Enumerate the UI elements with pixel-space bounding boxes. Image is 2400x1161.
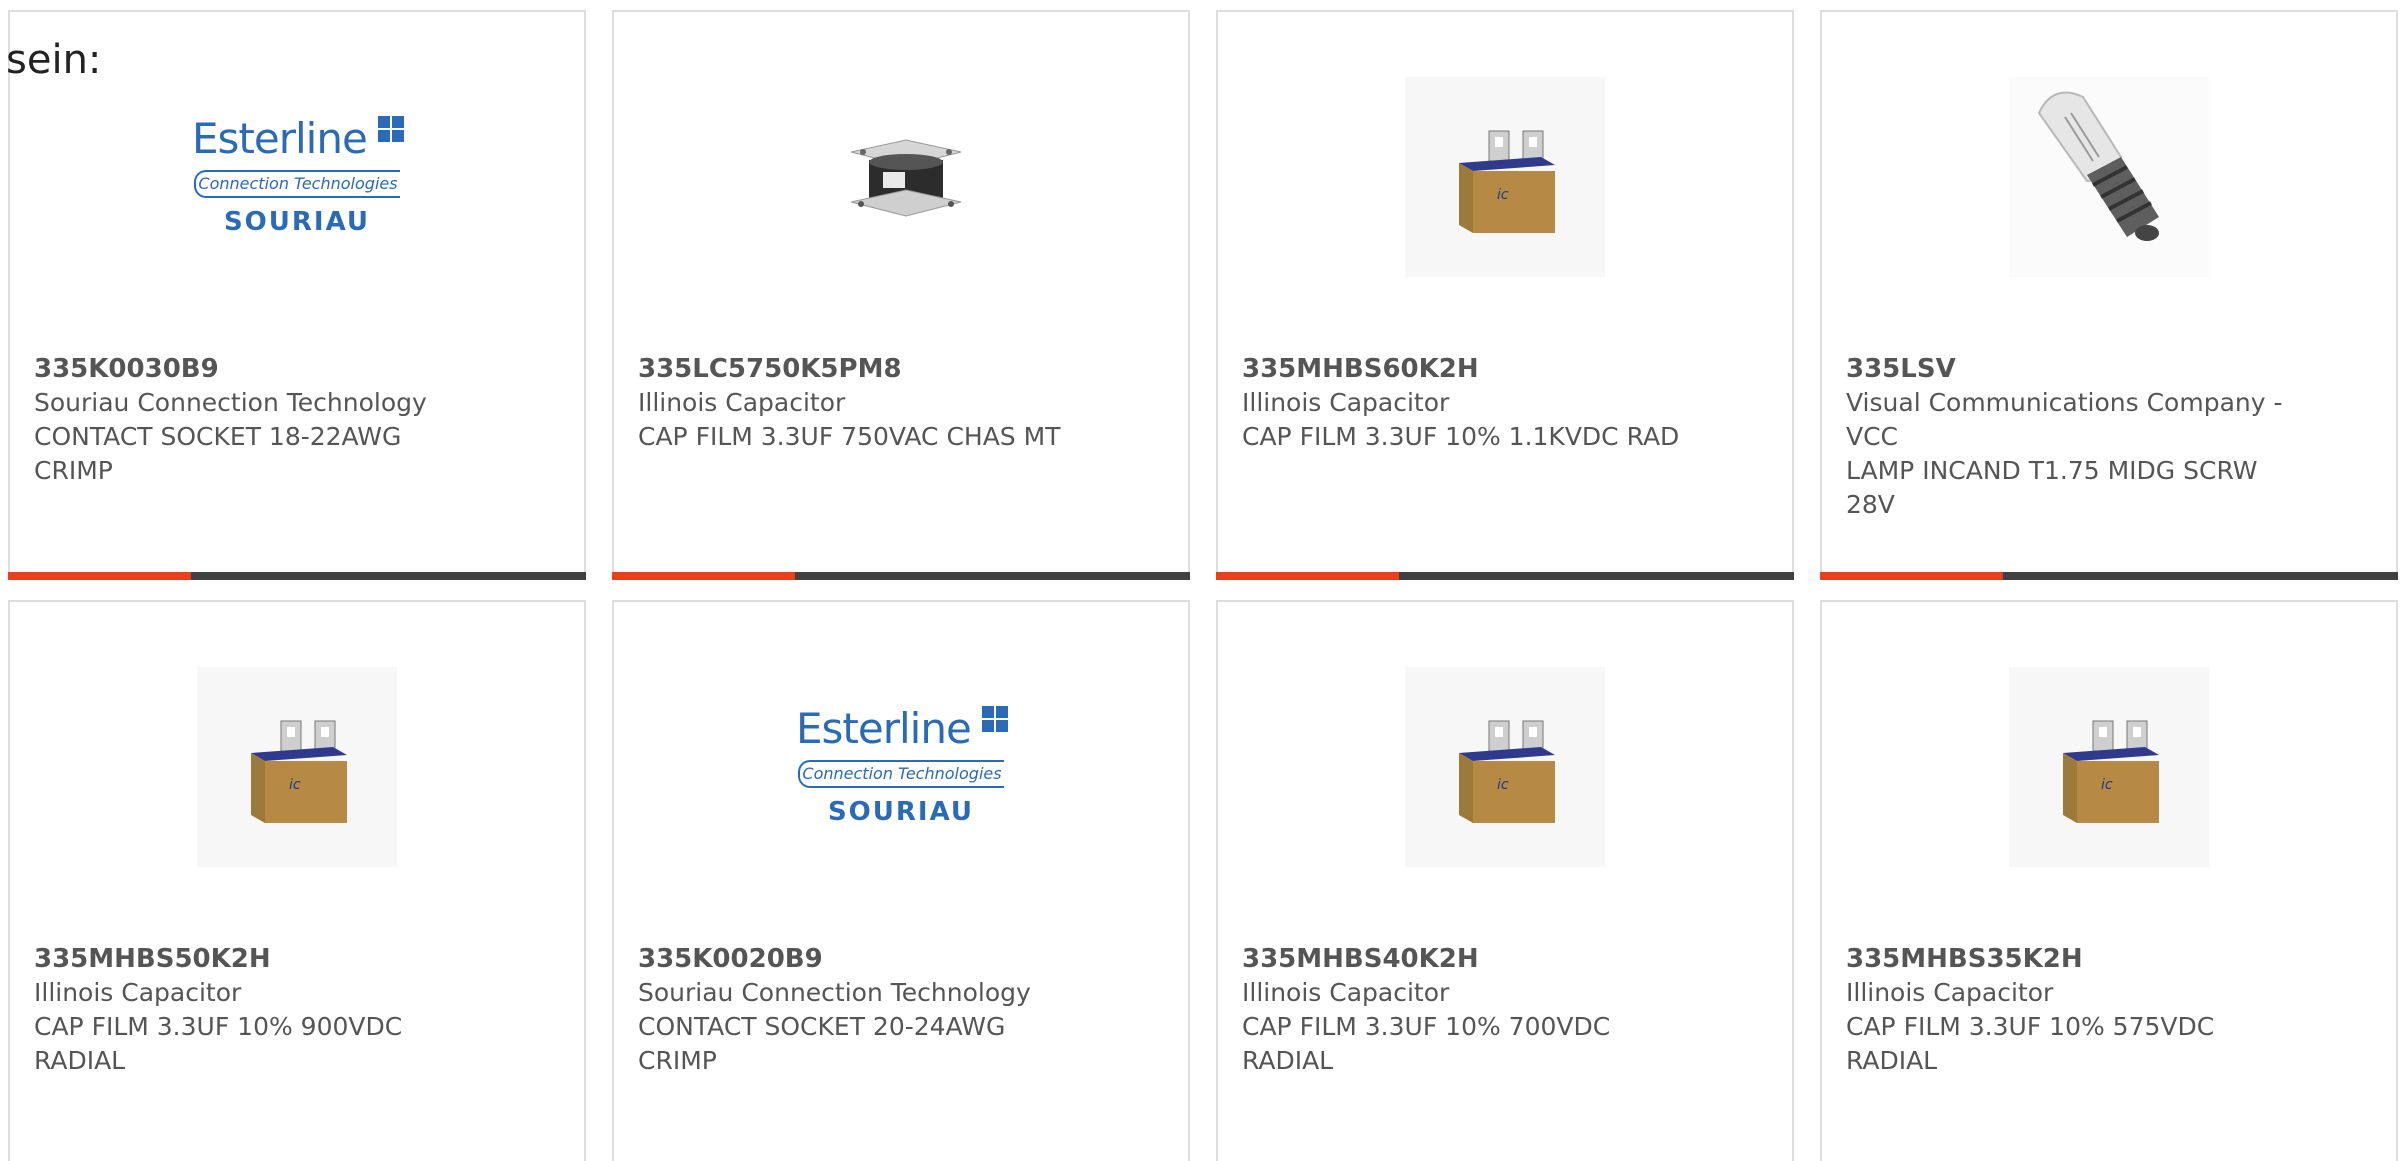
bar-accent [1216, 572, 1399, 580]
svg-text:ic: ic [1497, 187, 1509, 203]
manufacturer-name: Illinois Capacitor [34, 978, 242, 1007]
manufacturer-name: Illinois Capacitor [638, 388, 846, 417]
manufacturer-name: Illinois Capacitor [1242, 388, 1450, 417]
part-number-link[interactable]: 335K0020B9 [638, 944, 823, 974]
product-image[interactable] [614, 72, 1188, 282]
logo-name: Esterline [192, 114, 368, 163]
product-card[interactable]: ic 335MHBS40K2H Illinois Capacitor CAP F… [1216, 600, 1794, 1161]
bar-accent [8, 572, 191, 580]
product-card[interactable]: 335LSV Visual Communications Company - V… [1820, 10, 2398, 580]
logo-sub: Connection Technologies [194, 170, 400, 198]
box-film-capacitor-image: ic [2009, 667, 2209, 867]
logo-name: Esterline [796, 704, 972, 753]
product-description: CAP FILM 3.3UF 10% 700VDC RADIAL [1242, 1012, 1611, 1075]
logo-sub: Connection Technologies [798, 760, 1004, 788]
manufacturer-name: Illinois Capacitor [1846, 978, 2054, 1007]
svg-text:ic: ic [2101, 777, 2113, 793]
bar-rest [191, 572, 586, 580]
product-description: CAP FILM 3.3UF 10% 575VDC RADIAL [1846, 1012, 2215, 1075]
product-description: CAP FILM 3.3UF 750VAC CHAS MT [638, 422, 1061, 451]
chassis-mount-capacitor-image [850, 139, 962, 217]
product-grid: Esterline Connection Technologies SOURIA… [8, 10, 2398, 1161]
card-bottom-bar [612, 572, 1190, 580]
part-number-link[interactable]: 335LSV [1846, 354, 1956, 384]
box-film-capacitor-image: ic [1405, 667, 1605, 867]
product-card[interactable]: ic 335MHBS50K2H Illinois Capacitor CAP F… [8, 600, 586, 1161]
product-image[interactable]: ic [1218, 72, 1792, 282]
card-bottom-bar [1820, 572, 2398, 580]
logo-brand: SOURIAU [223, 207, 371, 237]
bar-accent [612, 572, 795, 580]
product-description: LAMP INCAND T1.75 MIDG SCRW 28V [1846, 456, 2258, 519]
svg-text:ic: ic [1497, 777, 1509, 793]
product-image[interactable]: ic [1822, 662, 2396, 872]
card-bottom-bar [8, 572, 586, 580]
product-description: CAP FILM 3.3UF 10% 1.1KVDC RAD [1242, 422, 1680, 451]
product-card[interactable]: ic 335MHBS60K2H Illinois Capacitor CAP F… [1216, 10, 1794, 580]
bar-accent [1820, 572, 2003, 580]
lead-text: sein: [6, 37, 102, 83]
part-number-link[interactable]: 335MHBS60K2H [1242, 354, 1479, 384]
part-number-link[interactable]: 335MHBS50K2H [34, 944, 271, 974]
product-image[interactable] [1822, 72, 2396, 282]
product-image[interactable]: Esterline Connection Technologies SOURIA… [614, 662, 1188, 872]
part-number-link[interactable]: 335LC5750K5PM8 [638, 354, 902, 384]
esterline-souriau-logo: Esterline Connection Technologies SOURIA… [192, 112, 404, 242]
product-card[interactable]: ic 335MHBS35K2H Illinois Capacitor CAP F… [1820, 600, 2398, 1161]
manufacturer-name: Illinois Capacitor [1242, 978, 1450, 1007]
logo-brand: SOURIAU [827, 797, 975, 827]
incandescent-lamp-image [2009, 77, 2209, 277]
part-number-link[interactable]: 335K0030B9 [34, 354, 219, 384]
esterline-souriau-logo: Esterline Connection Technologies SOURIA… [796, 702, 1008, 832]
product-description: CONTACT SOCKET 20-24AWG CRIMP [638, 1012, 1006, 1075]
part-number-link[interactable]: 335MHBS35K2H [1846, 944, 2083, 974]
bar-rest [795, 572, 1190, 580]
product-description: CONTACT SOCKET 18-22AWG CRIMP [34, 422, 402, 485]
product-image[interactable]: Esterline Connection Technologies SOURIA… [10, 72, 584, 282]
product-description: CAP FILM 3.3UF 10% 900VDC RADIAL [34, 1012, 403, 1075]
product-image[interactable]: ic [10, 662, 584, 872]
manufacturer-name: Souriau Connection Technology [34, 388, 427, 417]
box-film-capacitor-image: ic [1405, 77, 1605, 277]
manufacturer-name: Souriau Connection Technology [638, 978, 1031, 1007]
logo-mark-icon [378, 116, 404, 142]
manufacturer-name: Visual Communications Company - VCC [1846, 388, 2283, 451]
bar-rest [2003, 572, 2398, 580]
product-image[interactable]: ic [1218, 662, 1792, 872]
bar-rest [1399, 572, 1794, 580]
card-bottom-bar [1216, 572, 1794, 580]
product-grid-page: Esterline Connection Technologies SOURIA… [0, 0, 2400, 1161]
product-card[interactable]: 335LC5750K5PM8 Illinois Capacitor CAP FI… [612, 10, 1190, 580]
product-card[interactable]: Esterline Connection Technologies SOURIA… [612, 600, 1190, 1161]
part-number-link[interactable]: 335MHBS40K2H [1242, 944, 1479, 974]
logo-mark-icon [982, 706, 1008, 732]
product-card[interactable]: Esterline Connection Technologies SOURIA… [8, 10, 586, 580]
svg-text:ic: ic [289, 777, 301, 793]
box-film-capacitor-image: ic [197, 667, 397, 867]
